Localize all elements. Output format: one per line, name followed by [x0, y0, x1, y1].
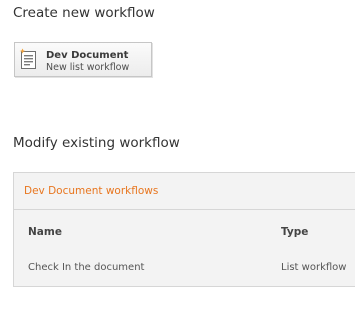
create-workflow-heading: Create new workflow	[13, 5, 155, 21]
modify-workflow-heading: Modify existing workflow	[13, 135, 180, 151]
workflow-group-header: Dev Document workflows	[14, 173, 355, 210]
workflow-row-type: List workflow	[281, 262, 347, 273]
new-list-workflow-tile[interactable]: Dev Document New list workflow	[14, 42, 152, 77]
workflow-page: Create new workflow Dev Document New lis…	[0, 0, 355, 318]
list-document-icon	[19, 48, 39, 70]
tile-subtitle: New list workflow	[46, 62, 130, 73]
workflow-row-name[interactable]: Check In the document	[28, 262, 144, 273]
column-header-name: Name	[28, 226, 62, 238]
workflow-group-link[interactable]: Dev Document workflows	[24, 185, 158, 197]
tile-title: Dev Document	[46, 50, 129, 61]
workflow-list-panel: Dev Document workflows Name Type Check I…	[13, 172, 355, 287]
column-header-type: Type	[281, 226, 309, 238]
